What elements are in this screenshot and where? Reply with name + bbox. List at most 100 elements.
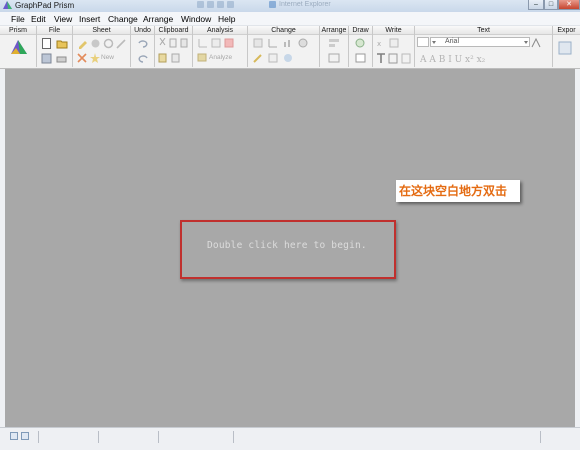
new-sheet-label[interactable]: New — [101, 54, 114, 62]
change-pen-icon[interactable] — [253, 53, 263, 63]
write-symbol-icon[interactable] — [389, 38, 399, 48]
font-family-select[interactable]: Arial — [430, 37, 530, 47]
status-divider — [540, 431, 541, 443]
group-title-draw: Draw — [349, 26, 372, 35]
menu-change[interactable]: Change — [108, 14, 138, 24]
change-style-icon[interactable] — [268, 53, 278, 63]
group-title-arrange: Arrange — [320, 26, 348, 35]
toolbar-group-file: File — [37, 26, 73, 67]
text-frame-icon[interactable] — [388, 53, 398, 64]
close-button[interactable]: ✕ — [558, 0, 580, 10]
group-objects-icon[interactable] — [328, 53, 340, 63]
change-bars-icon[interactable] — [283, 38, 293, 48]
export-icon[interactable] — [558, 40, 574, 56]
prism-logo-icon[interactable] — [10, 38, 28, 56]
text-format-buttons-icon[interactable]: A A B I U x² x₂ — [420, 53, 545, 64]
status-divider — [38, 431, 39, 443]
background-window-tab: Internet Explorer — [197, 0, 397, 9]
delete-sheet-icon[interactable] — [77, 53, 87, 63]
sheet-pencil-icon[interactable] — [77, 38, 88, 49]
start-hint-text[interactable]: Double click here to begin. — [207, 240, 367, 252]
paste-special-icon[interactable] — [171, 53, 181, 63]
change-color-icon[interactable] — [283, 53, 295, 63]
font-color-icon[interactable] — [531, 38, 541, 48]
callout-text: 在这块空白地方双击 — [399, 184, 508, 198]
window-title: GraphPad Prism — [15, 1, 75, 10]
toolbar-group-draw: Draw — [349, 26, 373, 67]
copy-icon[interactable] — [169, 38, 178, 48]
toolbar-group-analysis: Analysis Analyze — [193, 26, 248, 67]
menu-edit[interactable]: Edit — [31, 14, 46, 24]
change-axes-icon[interactable] — [268, 38, 278, 48]
status-divider — [98, 431, 99, 443]
view-gallery-icon[interactable] — [21, 432, 29, 440]
menu-window[interactable]: Window — [181, 14, 211, 24]
toolbar-group-prism: Prism — [0, 26, 37, 67]
analysis-results-icon[interactable] — [224, 38, 234, 48]
new-sheet-star-icon[interactable] — [90, 53, 100, 63]
background-window-title: Internet Explorer — [279, 1, 331, 8]
change-format-icon[interactable] — [298, 38, 310, 48]
title-bar: GraphPad Prism Internet Explorer – □ ✕ — [0, 0, 580, 12]
app-window: GraphPad Prism Internet Explorer – □ ✕ F… — [0, 0, 580, 450]
sheet-wand-icon[interactable] — [116, 38, 127, 49]
instruction-callout: 在这块空白地方双击 — [396, 180, 520, 202]
group-title-file: File — [37, 26, 72, 35]
toolbar-group-write: Write x — [373, 26, 415, 67]
group-title-prism: Prism — [0, 26, 36, 35]
draw-rectangle-icon[interactable] — [355, 53, 366, 63]
font-dropdown-arrow-icon[interactable] — [524, 41, 528, 44]
toolbar-ribbon: Prism File Sheet New Undo Clipboard Anal… — [0, 26, 580, 69]
group-title-change: Change — [248, 26, 319, 35]
analysis-table-icon[interactable] — [211, 38, 221, 48]
text-box-icon[interactable] — [401, 53, 411, 64]
view-sheet-icon[interactable] — [10, 432, 18, 440]
save-icon[interactable] — [41, 53, 52, 64]
ie-icon — [269, 1, 276, 8]
text-tool-icon[interactable] — [376, 53, 386, 64]
analyze-button-label[interactable]: Analyze — [209, 54, 232, 62]
open-folder-icon[interactable] — [56, 38, 68, 49]
redo-icon[interactable] — [137, 53, 149, 63]
svg-text:x: x — [377, 40, 381, 48]
sheet-link-icon[interactable] — [103, 38, 114, 49]
paste-icon[interactable] — [158, 53, 168, 63]
ghost-app-icon — [197, 1, 204, 8]
minimize-button[interactable]: – — [528, 0, 544, 10]
group-title-analysis: Analysis — [193, 26, 247, 35]
analyze-icon[interactable] — [197, 53, 207, 62]
group-title-write: Write — [373, 26, 414, 35]
frame-edge-right — [575, 69, 580, 427]
ghost-app-icon — [207, 1, 214, 8]
sheet-gear-icon[interactable] — [90, 38, 101, 49]
svg-text:A A B I U x² x₂: A A B I U x² x₂ — [420, 55, 486, 64]
write-subscript-icon[interactable]: x — [376, 38, 386, 48]
toolbar-group-export: Expor — [553, 26, 580, 67]
group-title-export: Expor — [553, 26, 580, 35]
maximize-button[interactable]: □ — [544, 0, 558, 10]
menu-file[interactable]: File — [11, 14, 25, 24]
group-title-sheet: Sheet — [73, 26, 130, 35]
print-icon[interactable] — [56, 53, 67, 64]
menu-help[interactable]: Help — [218, 14, 235, 24]
font-size-dropdown-arrow-icon[interactable] — [432, 41, 436, 44]
menu-view[interactable]: View — [54, 14, 72, 24]
analysis-chart-icon[interactable] — [198, 38, 208, 48]
copy-special-icon[interactable] — [180, 38, 189, 48]
ghost-app-icon — [227, 1, 234, 8]
status-bar — [0, 427, 580, 450]
font-size-select[interactable] — [417, 37, 429, 47]
menu-insert[interactable]: Insert — [79, 14, 100, 24]
toolbar-group-clipboard: Clipboard — [155, 26, 193, 67]
draw-shape-icon[interactable] — [355, 38, 366, 48]
new-file-icon[interactable] — [41, 38, 52, 49]
group-title-undo: Undo — [131, 26, 154, 35]
toolbar-group-arrange: Arrange — [320, 26, 349, 67]
align-icon[interactable] — [328, 38, 340, 48]
menu-bar: File Edit View Insert Change Arrange Win… — [0, 12, 580, 26]
menu-arrange[interactable]: Arrange — [143, 14, 173, 24]
change-graph-icon[interactable] — [253, 38, 263, 48]
undo-icon[interactable] — [137, 38, 149, 48]
status-divider — [158, 431, 159, 443]
cut-icon[interactable] — [158, 38, 167, 48]
